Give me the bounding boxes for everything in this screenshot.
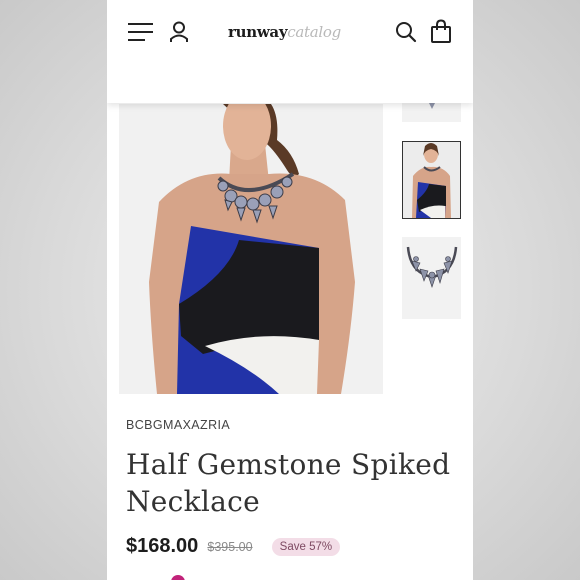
top-nav-bar: runwaycatalog [107,0,473,103]
search-icon[interactable] [395,21,417,43]
color-swatch-dot[interactable] [171,575,185,580]
thumbnail-necklace-flat[interactable] [402,237,461,319]
product-title: Half Gemstone Spiked Necklace [126,448,451,518]
main-product-image[interactable] [119,104,383,394]
discount-badge: Save 57% [271,537,341,556]
site-logo[interactable]: runwaycatalog [228,21,341,43]
original-price: $395.00 [207,539,253,554]
logo-primary: runway [228,23,288,41]
thumbnail-model-wearing-necklace[interactable] [402,141,461,219]
product-page: runwaycatalog BCBGMAXAZRIA Half Gemstone… [107,0,473,580]
price-row: $168.00 $395.00 Save 57% [126,535,341,561]
menu-icon[interactable] [128,22,154,42]
product-brand[interactable]: BCBGMAXAZRIA [126,418,230,432]
bag-icon[interactable] [430,19,452,43]
current-price: $168.00 [126,535,199,557]
logo-secondary: catalog [287,23,341,41]
account-icon[interactable] [169,21,189,43]
